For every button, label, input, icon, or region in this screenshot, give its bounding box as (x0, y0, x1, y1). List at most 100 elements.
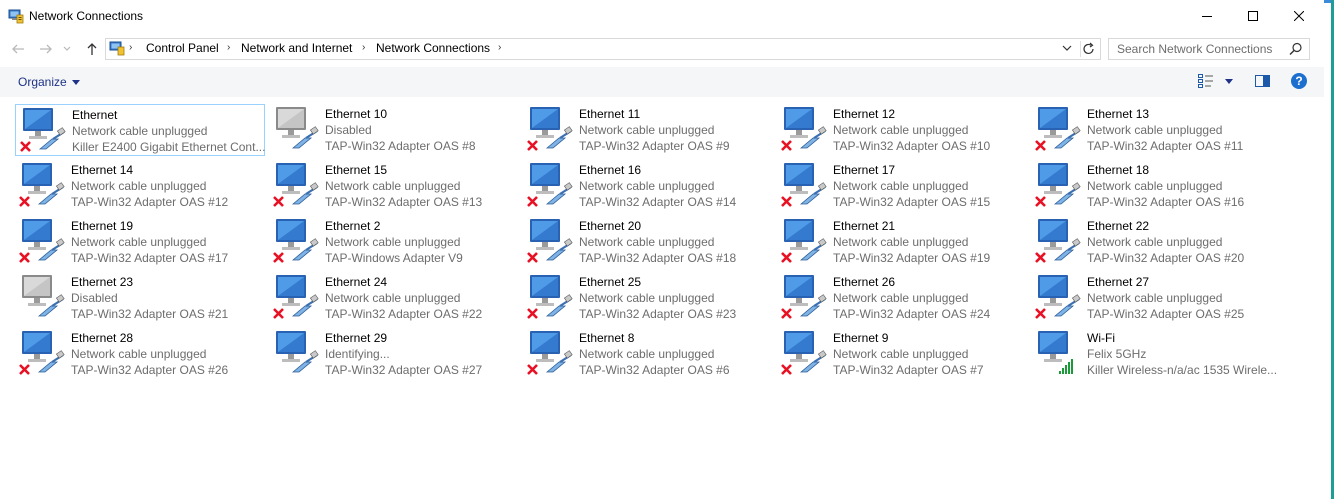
ethernet-unplugged-icon (1033, 272, 1083, 322)
connection-item[interactable]: Ethernet 15 Network cable unplugged TAP-Wi… (269, 160, 519, 212)
error-x-icon (273, 252, 284, 263)
connection-item[interactable]: Ethernet 19 Network cable unplugged TAP-Wi… (15, 216, 265, 268)
connection-item[interactable]: Ethernet 8 Network cable unplugged TAP-Win… (523, 328, 773, 380)
connection-status: Felix 5GHz (1087, 347, 1147, 361)
connection-name: Ethernet 29 (325, 331, 388, 345)
error-x-icon (781, 308, 792, 319)
maximize-icon (1248, 11, 1258, 21)
connection-item[interactable]: Ethernet Network cable unplugged Killer E2… (15, 104, 265, 156)
connection-item[interactable]: Ethernet 12 Network cable unplugged TAP-Wi… (777, 104, 1027, 156)
connection-status: Network cable unplugged (1087, 291, 1223, 305)
address-bar[interactable]: › Control Panel › Network and Internet ›… (105, 38, 1101, 60)
connection-device: TAP-Win32 Adapter OAS #23 (579, 307, 737, 321)
connection-item[interactable]: Ethernet 14 Network cable unplugged TAP-Wi… (15, 160, 265, 212)
connection-device: TAP-Win32 Adapter OAS #25 (1087, 307, 1245, 321)
connection-device: TAP-Win32 Adapter OAS #26 (71, 363, 229, 377)
help-button[interactable]: ? (1291, 73, 1307, 89)
connection-item[interactable]: Ethernet 2 Network cable unplugged TAP-Win… (269, 216, 519, 268)
connection-item[interactable]: Ethernet 27 Network cable unplugged TAP-Wi… (1031, 272, 1281, 324)
change-view-button[interactable] (1198, 74, 1214, 88)
connection-item[interactable]: Ethernet 18 Network cable unplugged TAP-Wi… (1031, 160, 1281, 212)
ethernet-unplugged-icon (18, 105, 68, 155)
search-input[interactable]: Search Network Connections (1117, 42, 1272, 56)
connection-item[interactable]: Ethernet 23 Disabled TAP-Win32 Adapter OAS… (15, 272, 265, 324)
ethernet-unplugged-icon (1033, 160, 1083, 210)
connection-device: Killer E2400 Gigabit Ethernet Cont... (72, 140, 266, 154)
connection-status: Network cable unplugged (833, 291, 969, 305)
connection-device: TAP-Win32 Adapter OAS #22 (325, 307, 483, 321)
refresh-button[interactable] (1080, 41, 1097, 57)
search-icon[interactable] (1289, 42, 1303, 56)
connection-item[interactable]: Ethernet 25 Network cable unplugged TAP-Wi… (523, 272, 773, 324)
error-x-icon (273, 308, 284, 319)
ethernet-unplugged-icon (779, 216, 829, 266)
up-button[interactable] (83, 40, 101, 58)
connection-item[interactable]: Ethernet 16 Network cable unplugged TAP-Wi… (523, 160, 773, 212)
error-x-icon (20, 141, 31, 152)
ethernet-unplugged-icon (17, 216, 67, 266)
breadcrumb-separator-icon: › (129, 42, 133, 53)
connection-name: Ethernet 22 (1087, 219, 1150, 233)
connection-item[interactable]: Ethernet 20 Network cable unplugged TAP-Wi… (523, 216, 773, 268)
ethernet-disabled-icon (271, 104, 321, 154)
breadcrumb-network-and-internet[interactable]: Network and Internet (241, 41, 352, 55)
view-menu-chevron-icon[interactable] (1225, 79, 1233, 84)
connection-status: Network cable unplugged (833, 123, 969, 137)
breadcrumb-control-panel[interactable]: Control Panel (146, 41, 219, 55)
connection-name: Ethernet 14 (71, 163, 134, 177)
connection-device: TAP-Win32 Adapter OAS #15 (833, 195, 991, 209)
connection-item[interactable]: Ethernet 17 Network cable unplugged TAP-Wi… (777, 160, 1027, 212)
connection-device: TAP-Win32 Adapter OAS #18 (579, 251, 737, 265)
connection-status: Network cable unplugged (833, 347, 969, 361)
ethernet-unplugged-icon (525, 328, 575, 378)
connection-item[interactable]: Ethernet 13 Network cable unplugged TAP-Wi… (1031, 104, 1281, 156)
connection-item[interactable]: Ethernet 10 Disabled TAP-Win32 Adapter OAS… (269, 104, 519, 156)
connection-name: Ethernet (72, 108, 118, 122)
connection-item[interactable]: Ethernet 28 Network cable unplugged TAP-Wi… (15, 328, 265, 380)
connection-item[interactable]: Ethernet 24 Network cable unplugged TAP-Wi… (269, 272, 519, 324)
back-button[interactable] (9, 40, 27, 58)
connection-status: Network cable unplugged (579, 179, 715, 193)
forward-button[interactable] (37, 40, 55, 58)
breadcrumb-separator-icon[interactable]: › (227, 42, 230, 53)
breadcrumb-network-connections[interactable]: Network Connections (376, 41, 490, 55)
connection-status: Network cable unplugged (1087, 235, 1223, 249)
connection-item[interactable]: Ethernet 21 Network cable unplugged TAP-Wi… (777, 216, 1027, 268)
connection-name: Ethernet 2 (325, 219, 381, 233)
connection-device: TAP-Win32 Adapter OAS #9 (579, 139, 730, 153)
connection-name: Ethernet 9 (833, 331, 889, 345)
connection-device: TAP-Win32 Adapter OAS #27 (325, 363, 483, 377)
connection-device: TAP-Win32 Adapter OAS #17 (71, 251, 229, 265)
close-button[interactable] (1276, 0, 1322, 32)
connection-status: Network cable unplugged (71, 179, 207, 193)
connection-item[interactable]: Ethernet 9 Network cable unplugged TAP-Win… (777, 328, 1027, 380)
ethernet-unplugged-icon (779, 328, 829, 378)
connection-status: Network cable unplugged (325, 291, 461, 305)
breadcrumb-separator-icon[interactable]: › (362, 42, 365, 53)
error-x-icon (781, 140, 792, 151)
connection-item[interactable]: Ethernet 22 Network cable unplugged TAP-Wi… (1031, 216, 1281, 268)
control-panel-icon (109, 40, 125, 56)
search-box[interactable]: Search Network Connections (1108, 38, 1310, 60)
explorer-window: Network Connections › Control Panel › Ne… (0, 0, 1324, 499)
preview-pane-button[interactable] (1255, 75, 1270, 87)
address-history-dropdown[interactable] (1061, 42, 1075, 56)
organize-menu-button[interactable]: Organize (18, 75, 80, 89)
error-x-icon (527, 308, 538, 319)
recent-locations-button[interactable] (62, 40, 74, 58)
chevron-down-icon (63, 46, 71, 51)
minimize-button[interactable] (1184, 0, 1230, 32)
breadcrumb-separator-icon[interactable]: › (498, 42, 501, 53)
connection-name: Ethernet 28 (71, 331, 134, 345)
connection-device: TAP-Win32 Adapter OAS #20 (1087, 251, 1245, 265)
ethernet-unplugged-icon (17, 160, 67, 210)
connection-item[interactable]: Wi-Fi Felix 5GHz Killer Wireless-n/a/ac 15… (1031, 328, 1281, 380)
connection-device: TAP-Win32 Adapter OAS #21 (71, 307, 229, 321)
connection-name: Ethernet 21 (833, 219, 896, 233)
connection-item[interactable]: Ethernet 26 Network cable unplugged TAP-Wi… (777, 272, 1027, 324)
ethernet-unplugged-icon (1033, 104, 1083, 154)
maximize-button[interactable] (1230, 0, 1276, 32)
connection-item[interactable]: Ethernet 29 Identifying... TAP-Win32 Adapt… (269, 328, 519, 380)
connection-name: Ethernet 23 (71, 275, 134, 289)
connection-item[interactable]: Ethernet 11 Network cable unplugged TAP-Wi… (523, 104, 773, 156)
